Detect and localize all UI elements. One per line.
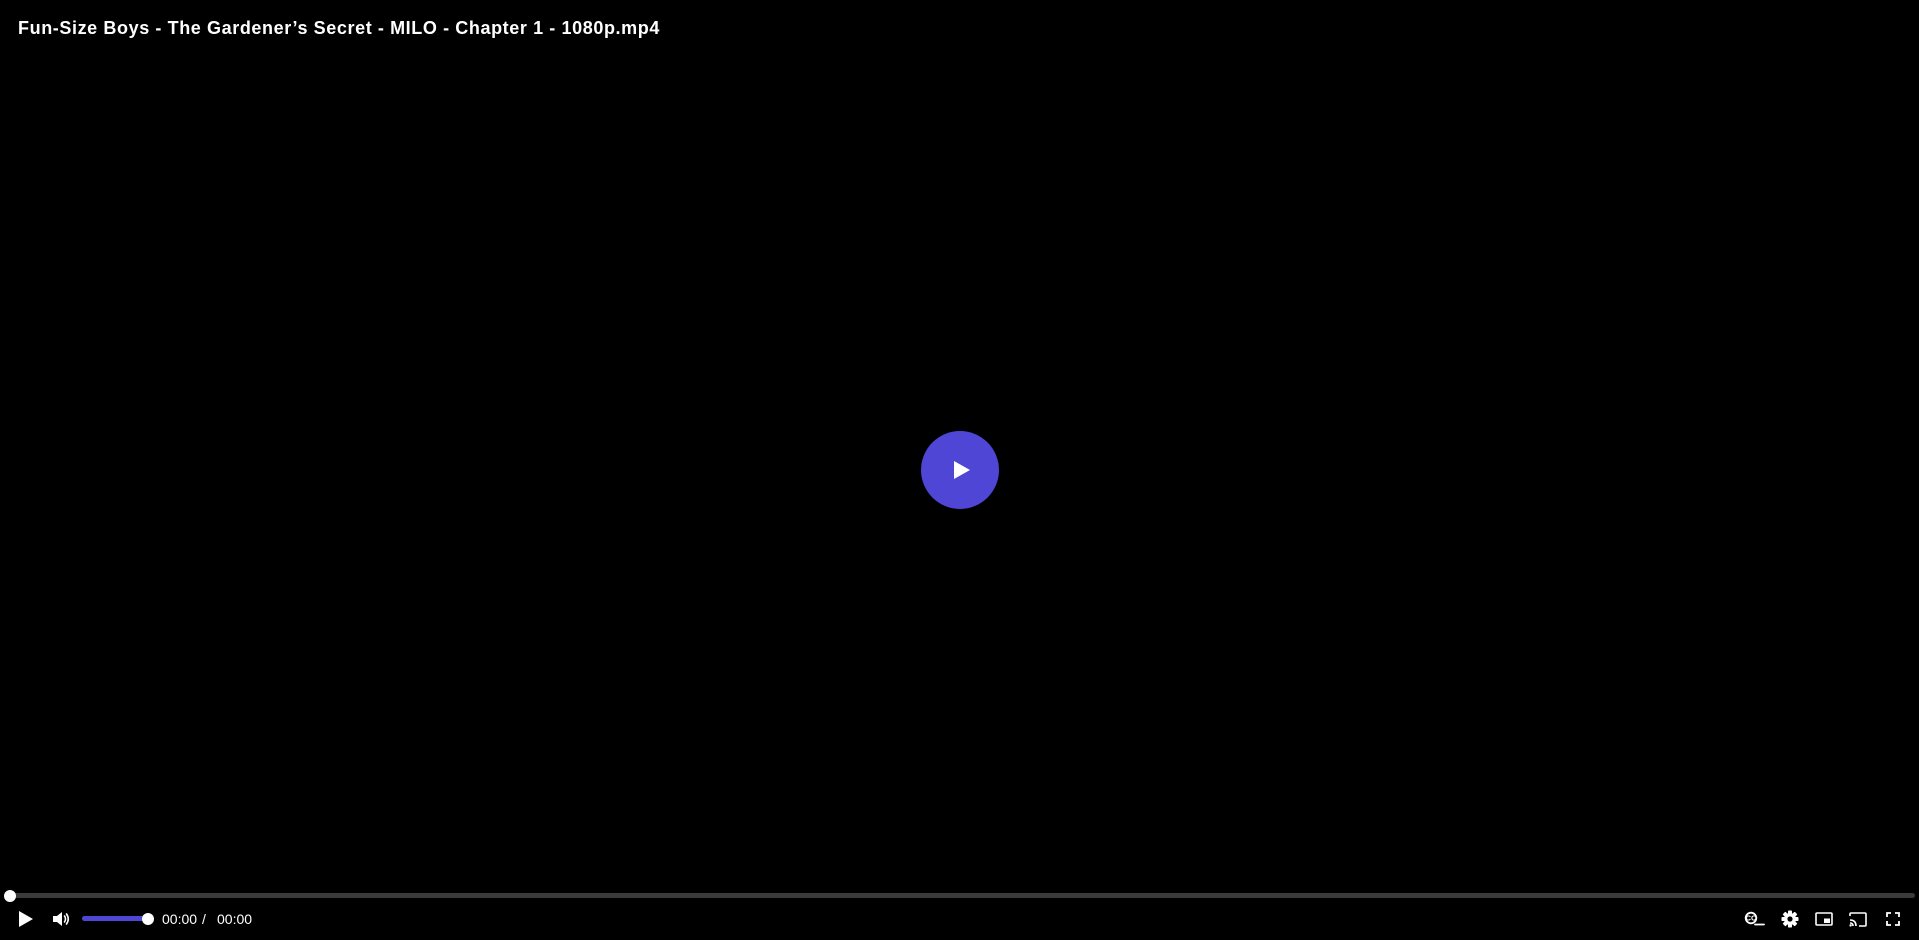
svg-text:CC: CC — [1746, 914, 1757, 923]
progress-thumb[interactable] — [4, 889, 16, 902]
captions-button[interactable]: CC — [1742, 904, 1768, 934]
current-time: 00:00 — [162, 911, 198, 927]
progress-bar[interactable] — [4, 889, 1915, 902]
volume-fill — [82, 916, 148, 921]
settings-button[interactable] — [1777, 904, 1803, 934]
play-button[interactable] — [13, 904, 39, 934]
volume-thumb[interactable] — [142, 912, 154, 925]
video-title: Fun-Size Boys - The Gardener’s Secret - … — [18, 18, 660, 38]
volume-icon — [53, 912, 70, 926]
gear-icon — [1781, 910, 1799, 928]
volume-slider[interactable] — [82, 912, 154, 925]
time-separator: / — [202, 911, 206, 927]
play-icon — [954, 461, 970, 479]
fullscreen-icon — [1886, 912, 1900, 926]
cast-button[interactable] — [1845, 904, 1871, 934]
picture-in-picture-icon — [1815, 912, 1833, 926]
picture-in-picture-button[interactable] — [1811, 904, 1837, 934]
duration: 00:00 — [217, 911, 253, 927]
play-icon — [19, 911, 33, 927]
mute-button[interactable] — [48, 904, 74, 934]
fullscreen-button[interactable] — [1880, 904, 1906, 934]
captions-icon: CC — [1744, 911, 1765, 926]
control-bar: 00:00 / 00:00 CC — [0, 904, 1919, 934]
video-player[interactable]: Fun-Size Boys - The Gardener’s Secret - … — [0, 0, 1919, 940]
cast-icon — [1849, 911, 1867, 927]
big-play-button[interactable] — [921, 431, 999, 509]
